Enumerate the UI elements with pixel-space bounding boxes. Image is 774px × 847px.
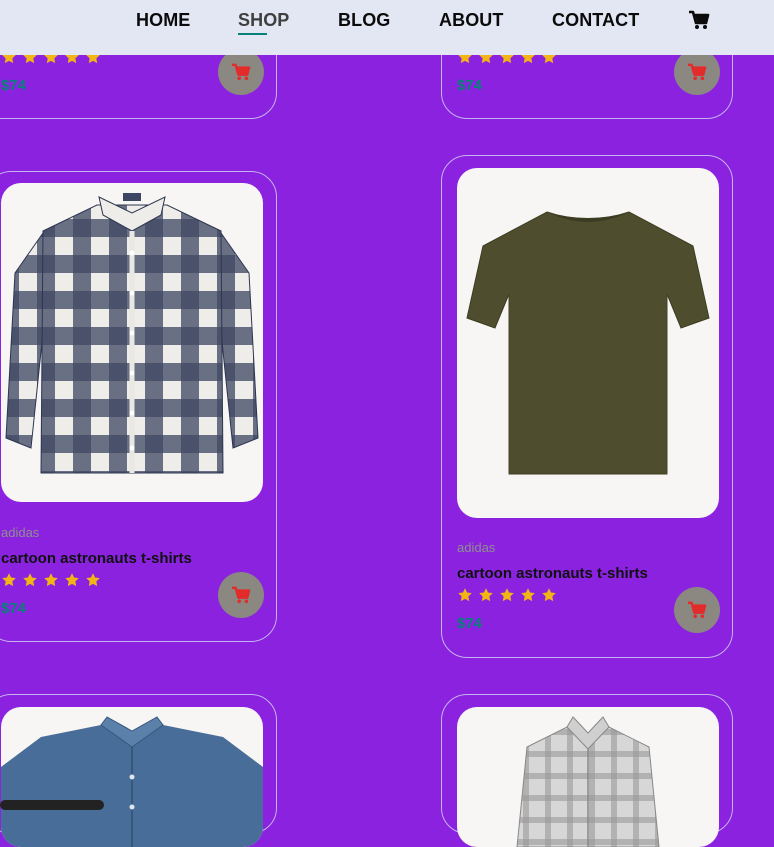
product-price: $74 xyxy=(457,77,483,94)
bottom-overlay-bar xyxy=(0,800,104,810)
product-name: cartoon astronauts t-shirts xyxy=(457,565,648,582)
cart-icon xyxy=(232,586,251,604)
cart-icon xyxy=(688,63,707,81)
add-to-cart-button[interactable] xyxy=(674,49,720,95)
product-brand: adidas xyxy=(1,525,40,540)
add-to-cart-button[interactable] xyxy=(218,572,264,618)
cart-icon xyxy=(232,63,251,81)
product-card[interactable] xyxy=(441,694,733,847)
nav-active-underline xyxy=(238,33,267,35)
nav-blog[interactable]: BLOG xyxy=(338,10,390,31)
product-image-plaid-shirt xyxy=(1,183,263,502)
rating-stars xyxy=(457,587,562,603)
product-name: cartoon astronauts t-shirts xyxy=(1,550,192,567)
shopping-cart-icon[interactable] xyxy=(688,10,710,30)
product-brand: adidas xyxy=(457,540,496,555)
product-image-denim-shirt xyxy=(1,707,263,847)
nav-contact[interactable]: CONTACT xyxy=(552,10,639,31)
product-image-gray-plaid-shirt xyxy=(457,707,719,847)
cart-icon xyxy=(688,601,707,619)
product-price: $74 xyxy=(1,77,27,94)
product-card[interactable] xyxy=(0,694,277,847)
product-card[interactable]: adidas cartoon astronauts t-shirts $74 xyxy=(0,171,277,642)
nav-shop[interactable]: SHOP xyxy=(238,10,289,31)
product-price: $74 xyxy=(1,600,27,617)
product-card[interactable]: adidas cartoon astronauts t-shirts $74 xyxy=(441,155,733,658)
nav-home[interactable]: HOME xyxy=(136,10,190,31)
nav-about[interactable]: ABOUT xyxy=(439,10,504,31)
product-price: $74 xyxy=(457,615,483,632)
add-to-cart-button[interactable] xyxy=(674,587,720,633)
navbar: HOME SHOP BLOG ABOUT CONTACT xyxy=(0,0,774,55)
add-to-cart-button[interactable] xyxy=(218,49,264,95)
product-image-olive-t-shirt xyxy=(457,168,719,518)
rating-stars xyxy=(1,572,106,588)
